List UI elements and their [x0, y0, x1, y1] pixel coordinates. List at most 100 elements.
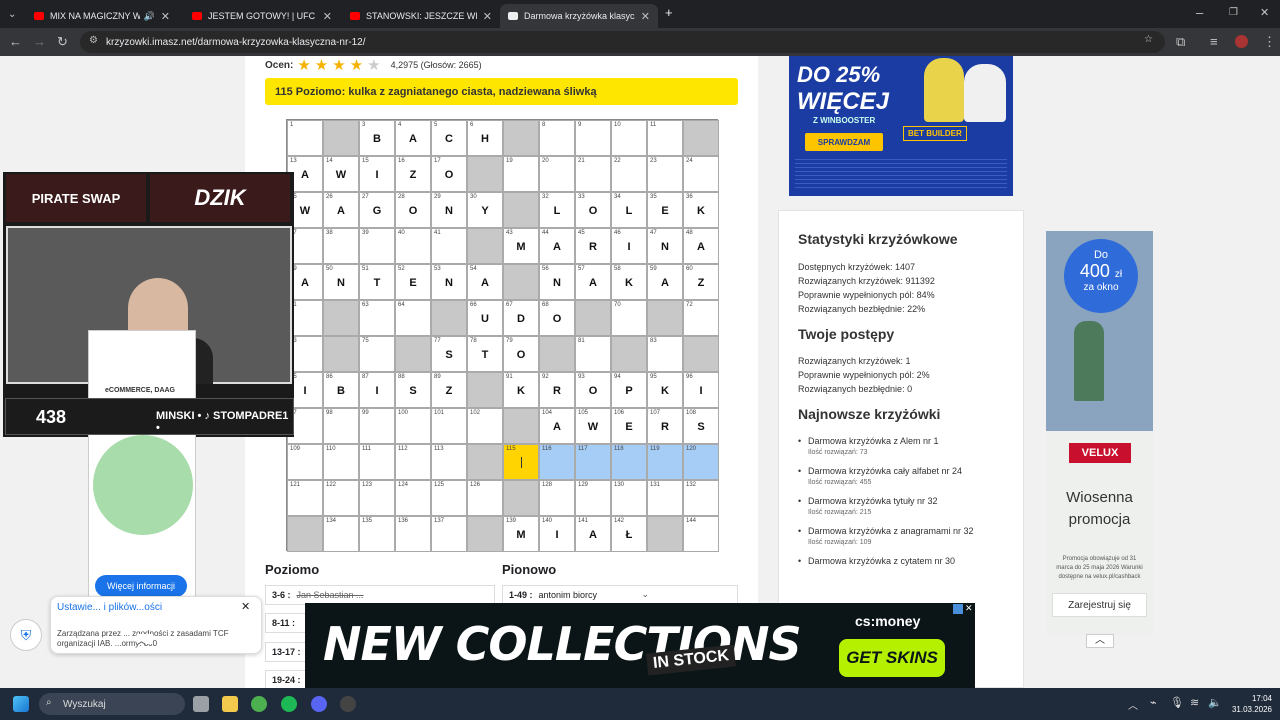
grid-cell[interactable]: 99 — [359, 408, 395, 444]
grid-cell[interactable]: 46 I — [611, 228, 647, 264]
media-icon[interactable]: ≡ — [1210, 34, 1218, 50]
ad-cta-button[interactable]: SPRAWDZAM — [805, 133, 883, 151]
grid-cell[interactable]: 33 O — [575, 192, 611, 228]
grid-cell[interactable]: 91 K — [503, 372, 539, 408]
grid-cell[interactable]: 123 — [359, 480, 395, 516]
mic-icon[interactable]: 🎙 — [1170, 696, 1184, 709]
grid-cell[interactable]: 136 — [395, 516, 431, 552]
grid-cell[interactable]: 126 — [467, 480, 503, 516]
grid-cell[interactable]: 14 W — [323, 156, 359, 192]
grid-cell[interactable]: 56 N — [539, 264, 575, 300]
grid-cell[interactable]: 140 I — [539, 516, 575, 552]
wifi-icon[interactable]: ≋ — [1190, 696, 1199, 709]
get-skins-button[interactable]: GET SKINS — [839, 639, 945, 677]
network-icon[interactable]: ⌁ — [1150, 696, 1157, 709]
grid-cell[interactable]: 28 O — [395, 192, 431, 228]
grid-cell[interactable]: 124 — [395, 480, 431, 516]
grid-cell[interactable]: 30 Y — [467, 192, 503, 228]
reload-icon[interactable]: ↻ — [57, 34, 68, 50]
tab-search-icon[interactable]: ⌄ — [8, 7, 16, 23]
grid-cell[interactable]: 58 K — [611, 264, 647, 300]
grid-cell[interactable]: 109 — [287, 444, 323, 480]
grid-cell[interactable]: 77 S — [431, 336, 467, 372]
grid-cell[interactable]: 52 E — [395, 264, 431, 300]
clue-across-item[interactable]: 3-6 : Jan Sebastian ... — [265, 585, 495, 605]
grid-cell[interactable]: 88 S — [395, 372, 431, 408]
star-icon[interactable]: ★ — [315, 56, 328, 74]
grid-cell[interactable]: 125 — [431, 480, 467, 516]
speaker-icon[interactable]: 🔊 — [144, 11, 155, 22]
bookmark-star-icon[interactable]: ☆ — [1144, 34, 1153, 45]
grid-cell[interactable]: 23 — [647, 156, 683, 192]
grid-cell[interactable]: 137 — [431, 516, 467, 552]
grid-cell[interactable]: 117 — [575, 444, 611, 480]
windows-start-icon[interactable] — [13, 696, 29, 712]
grid-cell[interactable]: 101 — [431, 408, 467, 444]
star-icon[interactable]: ★ — [367, 56, 380, 74]
recent-link[interactable]: Darmowa krzyżówka z Alem nr 1 — [808, 436, 939, 446]
grid-cell[interactable]: 83 — [647, 336, 683, 372]
grid-cell[interactable]: 24 — [683, 156, 719, 192]
window-close-icon[interactable]: ✕ — [1260, 5, 1269, 21]
grid-cell[interactable]: 135 — [359, 516, 395, 552]
grid-cell[interactable]: 89 Z — [431, 372, 467, 408]
forward-icon[interactable]: → — [33, 34, 46, 50]
grid-cell[interactable]: 81 — [575, 336, 611, 372]
grid-cell[interactable]: 118 — [611, 444, 647, 480]
star-icon[interactable]: ★ — [332, 56, 345, 74]
close-icon[interactable]: ✕ — [241, 600, 250, 613]
close-icon[interactable]: ✕ — [483, 10, 492, 23]
recent-link[interactable]: Darmowa krzyżówka z cytatem nr 30 — [808, 556, 955, 566]
grid-cell[interactable]: 112 — [395, 444, 431, 480]
grid-cell[interactable]: 92 R — [539, 372, 575, 408]
grid-cell[interactable]: 8 — [539, 120, 575, 156]
list-item[interactable]: Darmowa krzyżówka tytuły nr 32 Ilość rozw… — [798, 496, 1013, 516]
star-icon[interactable]: ★ — [297, 56, 310, 74]
grid-cell[interactable]: 87 I — [359, 372, 395, 408]
grid-cell[interactable]: 39 — [359, 228, 395, 264]
grid-cell[interactable]: 111 — [359, 444, 395, 480]
grid-cell[interactable]: 36 K — [683, 192, 719, 228]
grid-cell[interactable]: 48 A — [683, 228, 719, 264]
grid-cell[interactable]: 20 — [539, 156, 575, 192]
grid-cell[interactable]: 51 T — [359, 264, 395, 300]
grid-cell[interactable]: 115 — [503, 444, 539, 480]
tray-chevron-icon[interactable]: ︿ — [1128, 697, 1138, 712]
ad-cta-button[interactable]: Zarejestruj się — [1052, 593, 1147, 617]
grid-cell[interactable]: 59 A — [647, 264, 683, 300]
grid-cell[interactable]: 120 — [683, 444, 719, 480]
profile-avatar[interactable] — [1235, 35, 1248, 48]
grid-cell[interactable]: 107 R — [647, 408, 683, 444]
grid-cell[interactable]: 54 A — [467, 264, 503, 300]
obs-icon[interactable] — [340, 696, 356, 712]
grid-cell[interactable]: 134 — [323, 516, 359, 552]
grid-cell[interactable]: 132 — [683, 480, 719, 516]
chevron-up-icon[interactable]: ︿ — [1086, 634, 1114, 648]
grid-cell[interactable]: 129 — [575, 480, 611, 516]
grid-cell[interactable]: 26 A — [323, 192, 359, 228]
close-icon[interactable]: ✕ — [323, 10, 332, 23]
grid-cell[interactable]: 1 — [287, 120, 323, 156]
menu-icon[interactable]: ⋮ — [1263, 34, 1276, 50]
grid-cell[interactable]: 4A — [395, 120, 431, 156]
grid-cell[interactable]: 64 — [395, 300, 431, 336]
grid-cell[interactable]: 60 Z — [683, 264, 719, 300]
volume-icon[interactable]: 🔈 — [1208, 696, 1222, 709]
grid-cell[interactable]: 68 O — [539, 300, 575, 336]
grid-cell[interactable]: 53 N — [431, 264, 467, 300]
tab-4-active[interactable]: Darmowa krzyżówka klasyczna ✕ — [500, 4, 658, 28]
grid-cell[interactable]: 113 — [431, 444, 467, 480]
grid-cell[interactable]: 19 — [503, 156, 539, 192]
grid-cell[interactable]: 128 — [539, 480, 575, 516]
grid-cell[interactable]: 41 — [431, 228, 467, 264]
recent-link[interactable]: Darmowa krzyżówka tytuły nr 32 — [808, 496, 938, 506]
list-item[interactable]: Darmowa krzyżówka z anagramami nr 32 Iloś… — [798, 526, 1013, 546]
grid-cell[interactable]: 75 — [359, 336, 395, 372]
grid-cell[interactable]: 130 — [611, 480, 647, 516]
tab-2[interactable]: JESTEM GOTOWY! | UFC FIGHT ✕ — [184, 4, 340, 28]
grid-cell[interactable]: 57 A — [575, 264, 611, 300]
grid-cell[interactable]: 11 — [647, 120, 683, 156]
tab-3[interactable]: STANOWSKI: JESZCZE WIĘCEJ ✕ — [342, 4, 500, 28]
grid-cell[interactable]: 38 — [323, 228, 359, 264]
close-icon[interactable]: ✕ — [641, 10, 650, 23]
